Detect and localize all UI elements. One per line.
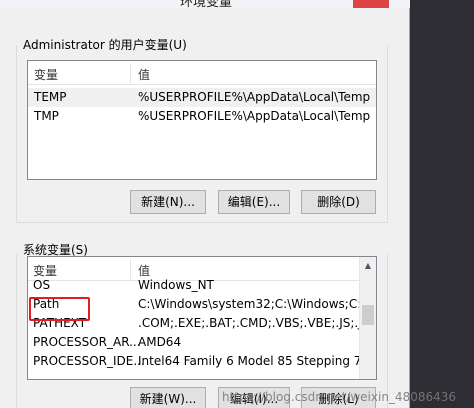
- user-var-row-temp[interactable]: TEMP %USERPROFILE%\AppData\Local\Temp: [28, 88, 376, 107]
- user-vars-header: 变量 值: [28, 61, 376, 85]
- column-divider[interactable]: [130, 63, 131, 83]
- environment-variables-dialog: Administrator 的用户变量(U) 变量 值 TEMP %USERPR…: [0, 8, 456, 408]
- scroll-thumb[interactable]: [362, 305, 374, 325]
- system-var-value: .COM;.EXE;.BAT;.CMD;.VBS;.VBE;.JS;.JSE;.…: [138, 316, 377, 330]
- system-var-row-processor-arch[interactable]: PROCESSOR_AR... AMD64: [28, 333, 376, 352]
- system-var-row-os[interactable]: OS Windows_NT: [28, 276, 376, 295]
- system-new-button[interactable]: 新建(W)...: [130, 387, 206, 408]
- system-var-row-processor-id[interactable]: PROCESSOR_IDE... Intel64 Family 6 Model …: [28, 352, 376, 371]
- user-delete-button[interactable]: 删除(D): [301, 190, 376, 214]
- system-var-name: PROCESSOR_AR...: [33, 335, 141, 349]
- user-var-value: %USERPROFILE%\AppData\Local\Temp: [138, 109, 371, 123]
- user-var-name: TEMP: [34, 90, 67, 104]
- system-var-value: Intel64 Family 6 Model 85 Stepping 7, G.…: [138, 354, 377, 368]
- background-window: [410, 0, 474, 408]
- user-new-button[interactable]: 新建(N)...: [130, 190, 206, 214]
- title-bar: 环境变量: [0, 0, 410, 8]
- window-title: 环境变量: [180, 0, 233, 8]
- user-var-value: %USERPROFILE%\AppData\Local\Temp: [138, 90, 371, 104]
- system-var-name: OS: [33, 278, 51, 292]
- system-vars-scrollbar[interactable]: ▲: [359, 257, 376, 379]
- user-var-name: TMP: [34, 109, 59, 123]
- user-vars-label: Administrator 的用户变量(U): [23, 36, 189, 53]
- system-var-value: Windows_NT: [138, 278, 214, 292]
- user-vars-list[interactable]: 变量 值 TEMP %USERPROFILE%\AppData\Local\Te…: [27, 60, 377, 180]
- system-var-name: PROCESSOR_IDE...: [33, 354, 145, 368]
- scroll-up-arrow-icon[interactable]: ▲: [360, 257, 376, 274]
- user-edit-button[interactable]: 编辑(E)...: [218, 190, 290, 214]
- system-var-value: AMD64: [138, 335, 182, 349]
- close-button[interactable]: [353, 0, 389, 8]
- user-var-row-tmp[interactable]: TMP %USERPROFILE%\AppData\Local\Temp: [28, 107, 376, 126]
- column-header-name[interactable]: 变量: [34, 66, 58, 83]
- path-highlight-box: [29, 297, 90, 321]
- watermark-text: https://blog.csdn.net/weixin_48086436: [222, 390, 457, 404]
- system-var-value: C:\Windows\system32;C:\Windows;C:\Wi...: [138, 297, 377, 311]
- column-header-value[interactable]: 值: [138, 66, 150, 83]
